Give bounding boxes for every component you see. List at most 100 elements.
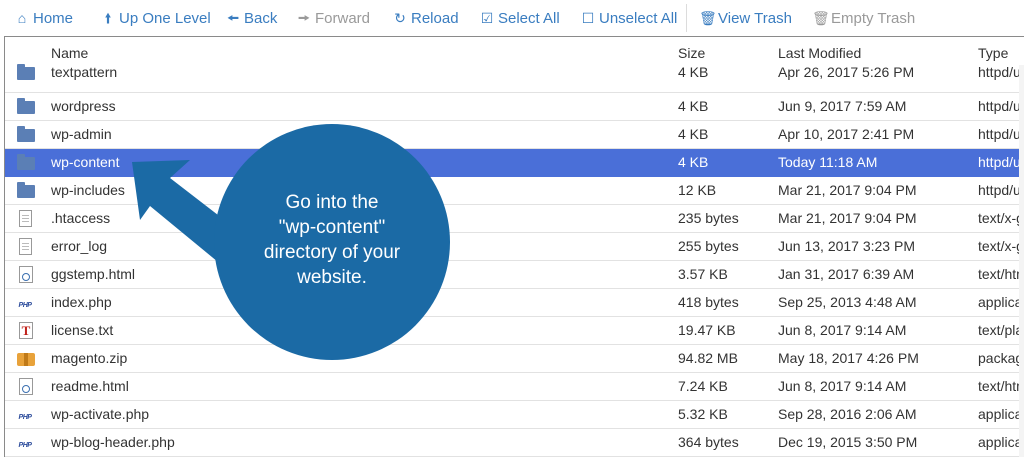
reload-button[interactable]: ↻ Reload <box>392 8 459 28</box>
toolbar-divider <box>686 4 687 32</box>
file-last-modified: Today 11:18 AM <box>778 154 878 170</box>
back-label: Back <box>244 10 278 27</box>
file-icon-cell <box>17 59 37 86</box>
file-row[interactable]: PHP wp-activate.php 5.32 KB Sep 28, 2016 2:… <box>5 401 1024 429</box>
file-name: license.txt <box>51 322 114 338</box>
file-icon-cell <box>17 261 37 288</box>
callout-text: Go into the "wp-content" directory of yo… <box>232 190 432 290</box>
file-last-modified: Apr 10, 2017 2:41 PM <box>778 126 915 142</box>
trash-icon: 🗑 <box>812 10 830 26</box>
file-icon-cell: T <box>17 317 37 344</box>
folder-icon <box>17 98 35 114</box>
checkbox-checked-icon: ☑ <box>480 10 494 26</box>
file-icon-cell <box>17 233 37 260</box>
file-row[interactable]: Tlicense.txt 19.47 KB Jun 8, 2017 9:14 AM t… <box>5 317 1024 345</box>
file-type: httpd/u <box>978 64 1020 80</box>
select-all-label: Select All <box>498 10 560 27</box>
file-last-modified: Jun 13, 2017 3:23 PM <box>778 238 915 254</box>
file-type: httpd/u <box>978 126 1020 142</box>
file-size: 4 KB <box>678 126 709 142</box>
reload-label: Reload <box>411 10 459 27</box>
file-type: httpd/u <box>978 154 1020 170</box>
file-size: 364 bytes <box>678 434 739 450</box>
file-manager-toolbar: ⌂ Home 🠙 Up One Level 🠘 Back 🠚 Forward ↻ Relo… <box>0 0 1024 36</box>
empty-trash-label: Empty Trash <box>831 10 916 27</box>
file-name: wp-activate.php <box>51 406 150 422</box>
file-row[interactable]: readme.html 7.24 KB Jun 8, 2017 9:14 AM tex… <box>5 373 1024 401</box>
file-icon-cell <box>17 345 37 372</box>
file-icon-cell <box>17 121 37 148</box>
trash-icon: 🗑 <box>699 10 717 26</box>
view-trash-button[interactable]: 🗑View Trash <box>699 8 792 28</box>
empty-trash-button[interactable]: 🗑Empty Trash <box>812 8 915 28</box>
file-icon-cell <box>17 93 37 120</box>
zip-file-icon <box>17 353 35 366</box>
file-list-panel: Name Size Last Modified Type textpattern… <box>4 36 1024 457</box>
vertical-scrollbar[interactable] <box>1019 65 1024 457</box>
home-icon: ⌂ <box>17 10 27 26</box>
forward-button[interactable]: 🠚 Forward <box>296 8 370 28</box>
file-icon-cell <box>17 205 37 232</box>
file-row[interactable]: wordpress 4 KB Jun 9, 2017 7:59 AM httpd/u <box>5 93 1024 121</box>
file-row[interactable]: textpattern 4 KB Apr 26, 2017 5:26 PM httpd… <box>5 64 1024 93</box>
file-last-modified: Sep 25, 2013 4:48 AM <box>778 294 917 310</box>
file-name: textpattern <box>51 64 118 80</box>
file-type: httpd/u <box>978 182 1020 198</box>
file-row[interactable]: wp-admin 4 KB Apr 10, 2017 2:41 PM httpd/u <box>5 121 1024 149</box>
file-type: text/pla <box>978 322 1020 338</box>
callout-line-4: website. <box>297 267 367 288</box>
file-row[interactable]: magento.zip 94.82 MB May 18, 2017 4:26 PM p… <box>5 345 1024 373</box>
file-last-modified: Jun 9, 2017 7:59 AM <box>778 98 907 114</box>
file-last-modified: Jun 8, 2017 9:14 AM <box>778 322 907 338</box>
home-button[interactable]: ⌂ Home <box>14 8 73 28</box>
unselect-all-label: Unselect All <box>599 10 678 27</box>
file-type: httpd/u <box>978 98 1020 114</box>
file-name: magento.zip <box>51 350 128 366</box>
select-all-button[interactable]: ☑ Select All <box>479 8 560 28</box>
file-icon-cell <box>17 149 37 176</box>
file-size: 94.82 MB <box>678 350 738 366</box>
file-last-modified: Jan 31, 2017 6:39 AM <box>778 266 915 282</box>
checkbox-empty-icon: ☐ <box>581 10 595 26</box>
view-trash-label: View Trash <box>718 10 792 27</box>
file-size: 5.32 KB <box>678 406 728 422</box>
file-row[interactable]: error_log 255 bytes Jun 13, 2017 3:23 PM te… <box>5 233 1024 261</box>
file-size: 4 KB <box>678 98 709 114</box>
file-type: applica <box>978 406 1020 422</box>
up-one-level-button[interactable]: 🠙 Up One Level <box>100 8 211 28</box>
file-last-modified: Sep 28, 2016 2:06 AM <box>778 406 917 422</box>
callout-line-2: "wp-content" <box>278 217 386 238</box>
file-row[interactable]: ggstemp.html 3.57 KB Jan 31, 2017 6:39 AM t… <box>5 261 1024 289</box>
reload-icon: ↻ <box>394 10 406 26</box>
html-file-icon <box>19 378 33 395</box>
callout-line-3: directory of your <box>263 242 401 263</box>
file-size: 19.47 KB <box>678 322 736 338</box>
php-file-icon: PHP <box>18 442 32 449</box>
file-row[interactable]: PHP index.php 418 bytes Sep 25, 2013 4:48 A… <box>5 289 1024 317</box>
unselect-all-button[interactable]: ☐ Unselect All <box>580 8 678 28</box>
file-last-modified: Mar 21, 2017 9:04 PM <box>778 182 917 198</box>
text-file-icon <box>19 210 32 227</box>
file-last-modified: Dec 19, 2015 3:50 PM <box>778 434 918 450</box>
back-button[interactable]: 🠘 Back <box>225 8 277 28</box>
forward-label: Forward <box>315 10 371 27</box>
file-size: 7.24 KB <box>678 378 728 394</box>
file-row[interactable]: PHP wp-blog-header.php 364 bytes Dec 19, 20… <box>5 429 1024 457</box>
file-icon-cell: PHP <box>17 401 37 428</box>
file-name: wp-admin <box>51 126 112 142</box>
file-icon-cell: PHP <box>17 289 37 316</box>
file-last-modified: Jun 8, 2017 9:14 AM <box>778 378 907 394</box>
file-name: wp-blog-header.php <box>51 434 175 450</box>
file-name: readme.html <box>51 378 129 394</box>
file-icon-cell <box>17 177 37 204</box>
file-last-modified: May 18, 2017 4:26 PM <box>778 350 919 366</box>
file-icon-cell <box>17 373 37 400</box>
file-type: packag <box>978 350 1020 366</box>
up-one-level-label: Up One Level <box>119 10 211 27</box>
file-row[interactable]: wp-content 4 KB Today 11:18 AM httpd/u <box>5 149 1024 177</box>
txt-file-icon: T <box>19 322 33 339</box>
file-row[interactable]: wp-includes 12 KB Mar 21, 2017 9:04 PM http… <box>5 177 1024 205</box>
php-file-icon: PHP <box>18 302 32 309</box>
file-type: text/x-g <box>978 210 1020 226</box>
file-row[interactable]: .htaccess 235 bytes Mar 21, 2017 9:04 PM te… <box>5 205 1024 233</box>
